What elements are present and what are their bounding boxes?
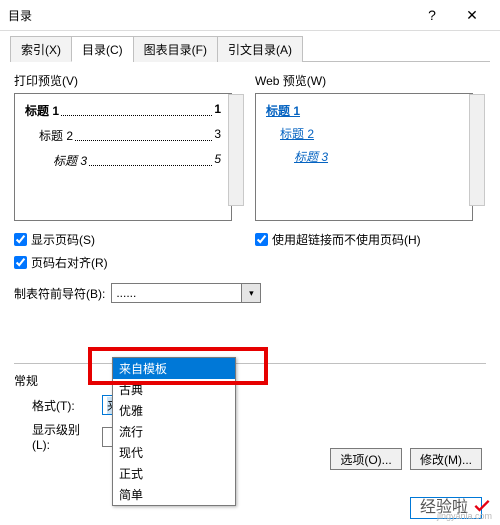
tab-citations[interactable]: 引文目录(A)	[217, 36, 303, 62]
levels-label: 显示级别(L):	[32, 421, 96, 452]
pv-heading3-page: 5	[214, 152, 221, 169]
web-preview-label: Web 预览(W)	[255, 72, 486, 89]
toc-dialog: 目录 ? ✕ 索引(X) 目录(C) 图表目录(F) 引文目录(A) 打印预览(…	[0, 0, 500, 525]
web-preview: 标题 1 标题 2 标题 3	[255, 93, 473, 221]
pv-heading1: 标题 1 1	[25, 102, 221, 119]
titlebar-buttons: ? ✕	[412, 1, 492, 29]
watermark: 经验啦 jingyanla.com	[420, 493, 492, 517]
chk-right-align[interactable]: 页码右对齐(R)	[14, 254, 245, 271]
pv-heading3-text: 标题 3	[53, 152, 87, 169]
format-option-fashion[interactable]: 流行	[113, 421, 235, 442]
chk-right-align-label: 页码右对齐(R)	[31, 254, 108, 271]
web-preview-col: Web 预览(W) 标题 1 标题 2 标题 3	[255, 72, 486, 221]
tab-strip: 索引(X) 目录(C) 图表目录(F) 引文目录(A)	[10, 35, 490, 62]
print-preview: 标题 1 1 标题 2 3 标题 3 5	[14, 93, 232, 221]
web-preview-scrollbar[interactable]	[469, 94, 485, 206]
preview-row: 打印预览(V) 标题 1 1 标题 2 3 标题 3 5 Web 预览(W)	[14, 72, 486, 221]
pv-heading2: 标题 2 3	[39, 127, 221, 144]
wpv-heading1[interactable]: 标题 1	[266, 102, 462, 119]
checkbox-row: 显示页码(S) 页码右对齐(R) 使用超链接而不使用页码(H)	[14, 225, 486, 277]
watermark-url: jingyanla.com	[437, 511, 492, 521]
print-preview-col: 打印预览(V) 标题 1 1 标题 2 3 标题 3 5	[14, 72, 245, 221]
modify-button[interactable]: 修改(M)...	[410, 448, 482, 470]
web-preview-wrap: 标题 1 标题 2 标题 3	[255, 93, 486, 221]
general-group-title: 常规	[14, 372, 486, 389]
tab-figures[interactable]: 图表目录(F)	[133, 36, 218, 62]
print-preview-label-text: 打印预览(V)	[14, 74, 78, 88]
chk-use-hyperlinks[interactable]: 使用超链接而不使用页码(H)	[255, 231, 486, 248]
chk-show-page-numbers-box[interactable]	[14, 233, 27, 246]
leader-dots	[61, 102, 212, 116]
tab-body: 打印预览(V) 标题 1 1 标题 2 3 标题 3 5 Web 预览(W)	[10, 62, 490, 462]
tab-leader-label: 制表符前导符(B):	[14, 285, 105, 302]
print-preview-label: 打印预览(V)	[14, 72, 245, 89]
tab-index[interactable]: 索引(X)	[10, 36, 72, 62]
chk-show-page-numbers-label: 显示页码(S)	[31, 231, 95, 248]
options-button[interactable]: 选项(O)...	[330, 448, 402, 470]
format-option-classic[interactable]: 古典	[113, 379, 235, 400]
format-label: 格式(T):	[32, 397, 96, 414]
format-option-formal[interactable]: 正式	[113, 463, 235, 484]
right-checks: 使用超链接而不使用页码(H)	[255, 225, 486, 277]
leader-dots	[89, 152, 212, 166]
chevron-down-icon: ▾	[241, 284, 260, 302]
chk-use-hyperlinks-box[interactable]	[255, 233, 268, 246]
tab-leader-combo[interactable]: ...... ▾	[111, 283, 261, 303]
pv-heading2-text: 标题 2	[39, 127, 73, 144]
wpv-heading2[interactable]: 标题 2	[280, 125, 462, 142]
format-option-from-template[interactable]: 来自模板	[113, 358, 235, 379]
separator-line	[14, 363, 486, 364]
tab-leader-value: ......	[116, 286, 136, 300]
help-button[interactable]: ?	[412, 1, 452, 29]
chk-right-align-box[interactable]	[14, 256, 27, 269]
left-checks: 显示页码(S) 页码右对齐(R)	[14, 225, 245, 277]
dialog-button-row: 选项(O)... 修改(M)...	[330, 448, 482, 470]
chk-show-page-numbers[interactable]: 显示页码(S)	[14, 231, 245, 248]
pv-heading1-page: 1	[214, 102, 221, 119]
client-area: 索引(X) 目录(C) 图表目录(F) 引文目录(A) 打印预览(V) 标题 1…	[0, 31, 500, 462]
print-preview-scrollbar[interactable]	[228, 94, 244, 206]
pv-heading1-text: 标题 1	[25, 102, 59, 119]
wpv-heading3[interactable]: 标题 3	[294, 148, 462, 165]
web-preview-label-text: Web 预览(W)	[255, 74, 326, 88]
window-title: 目录	[8, 7, 412, 24]
chk-use-hyperlinks-label: 使用超链接而不使用页码(H)	[272, 231, 421, 248]
tab-leader-row: 制表符前导符(B): ...... ▾	[14, 283, 486, 303]
format-option-elegant[interactable]: 优雅	[113, 400, 235, 421]
format-row: 格式(T): 来自模板 ▾	[32, 395, 486, 415]
leader-dots	[75, 127, 212, 141]
format-option-simple[interactable]: 简单	[113, 484, 235, 505]
close-button[interactable]: ✕	[452, 1, 492, 29]
tab-toc[interactable]: 目录(C)	[71, 36, 134, 62]
print-preview-wrap: 标题 1 1 标题 2 3 标题 3 5	[14, 93, 245, 221]
pv-heading3: 标题 3 5	[53, 152, 221, 169]
format-option-modern[interactable]: 现代	[113, 442, 235, 463]
titlebar: 目录 ? ✕	[0, 0, 500, 31]
format-dropdown-list[interactable]: 来自模板 古典 优雅 流行 现代 正式 简单	[112, 357, 236, 506]
pv-heading2-page: 3	[214, 127, 221, 144]
